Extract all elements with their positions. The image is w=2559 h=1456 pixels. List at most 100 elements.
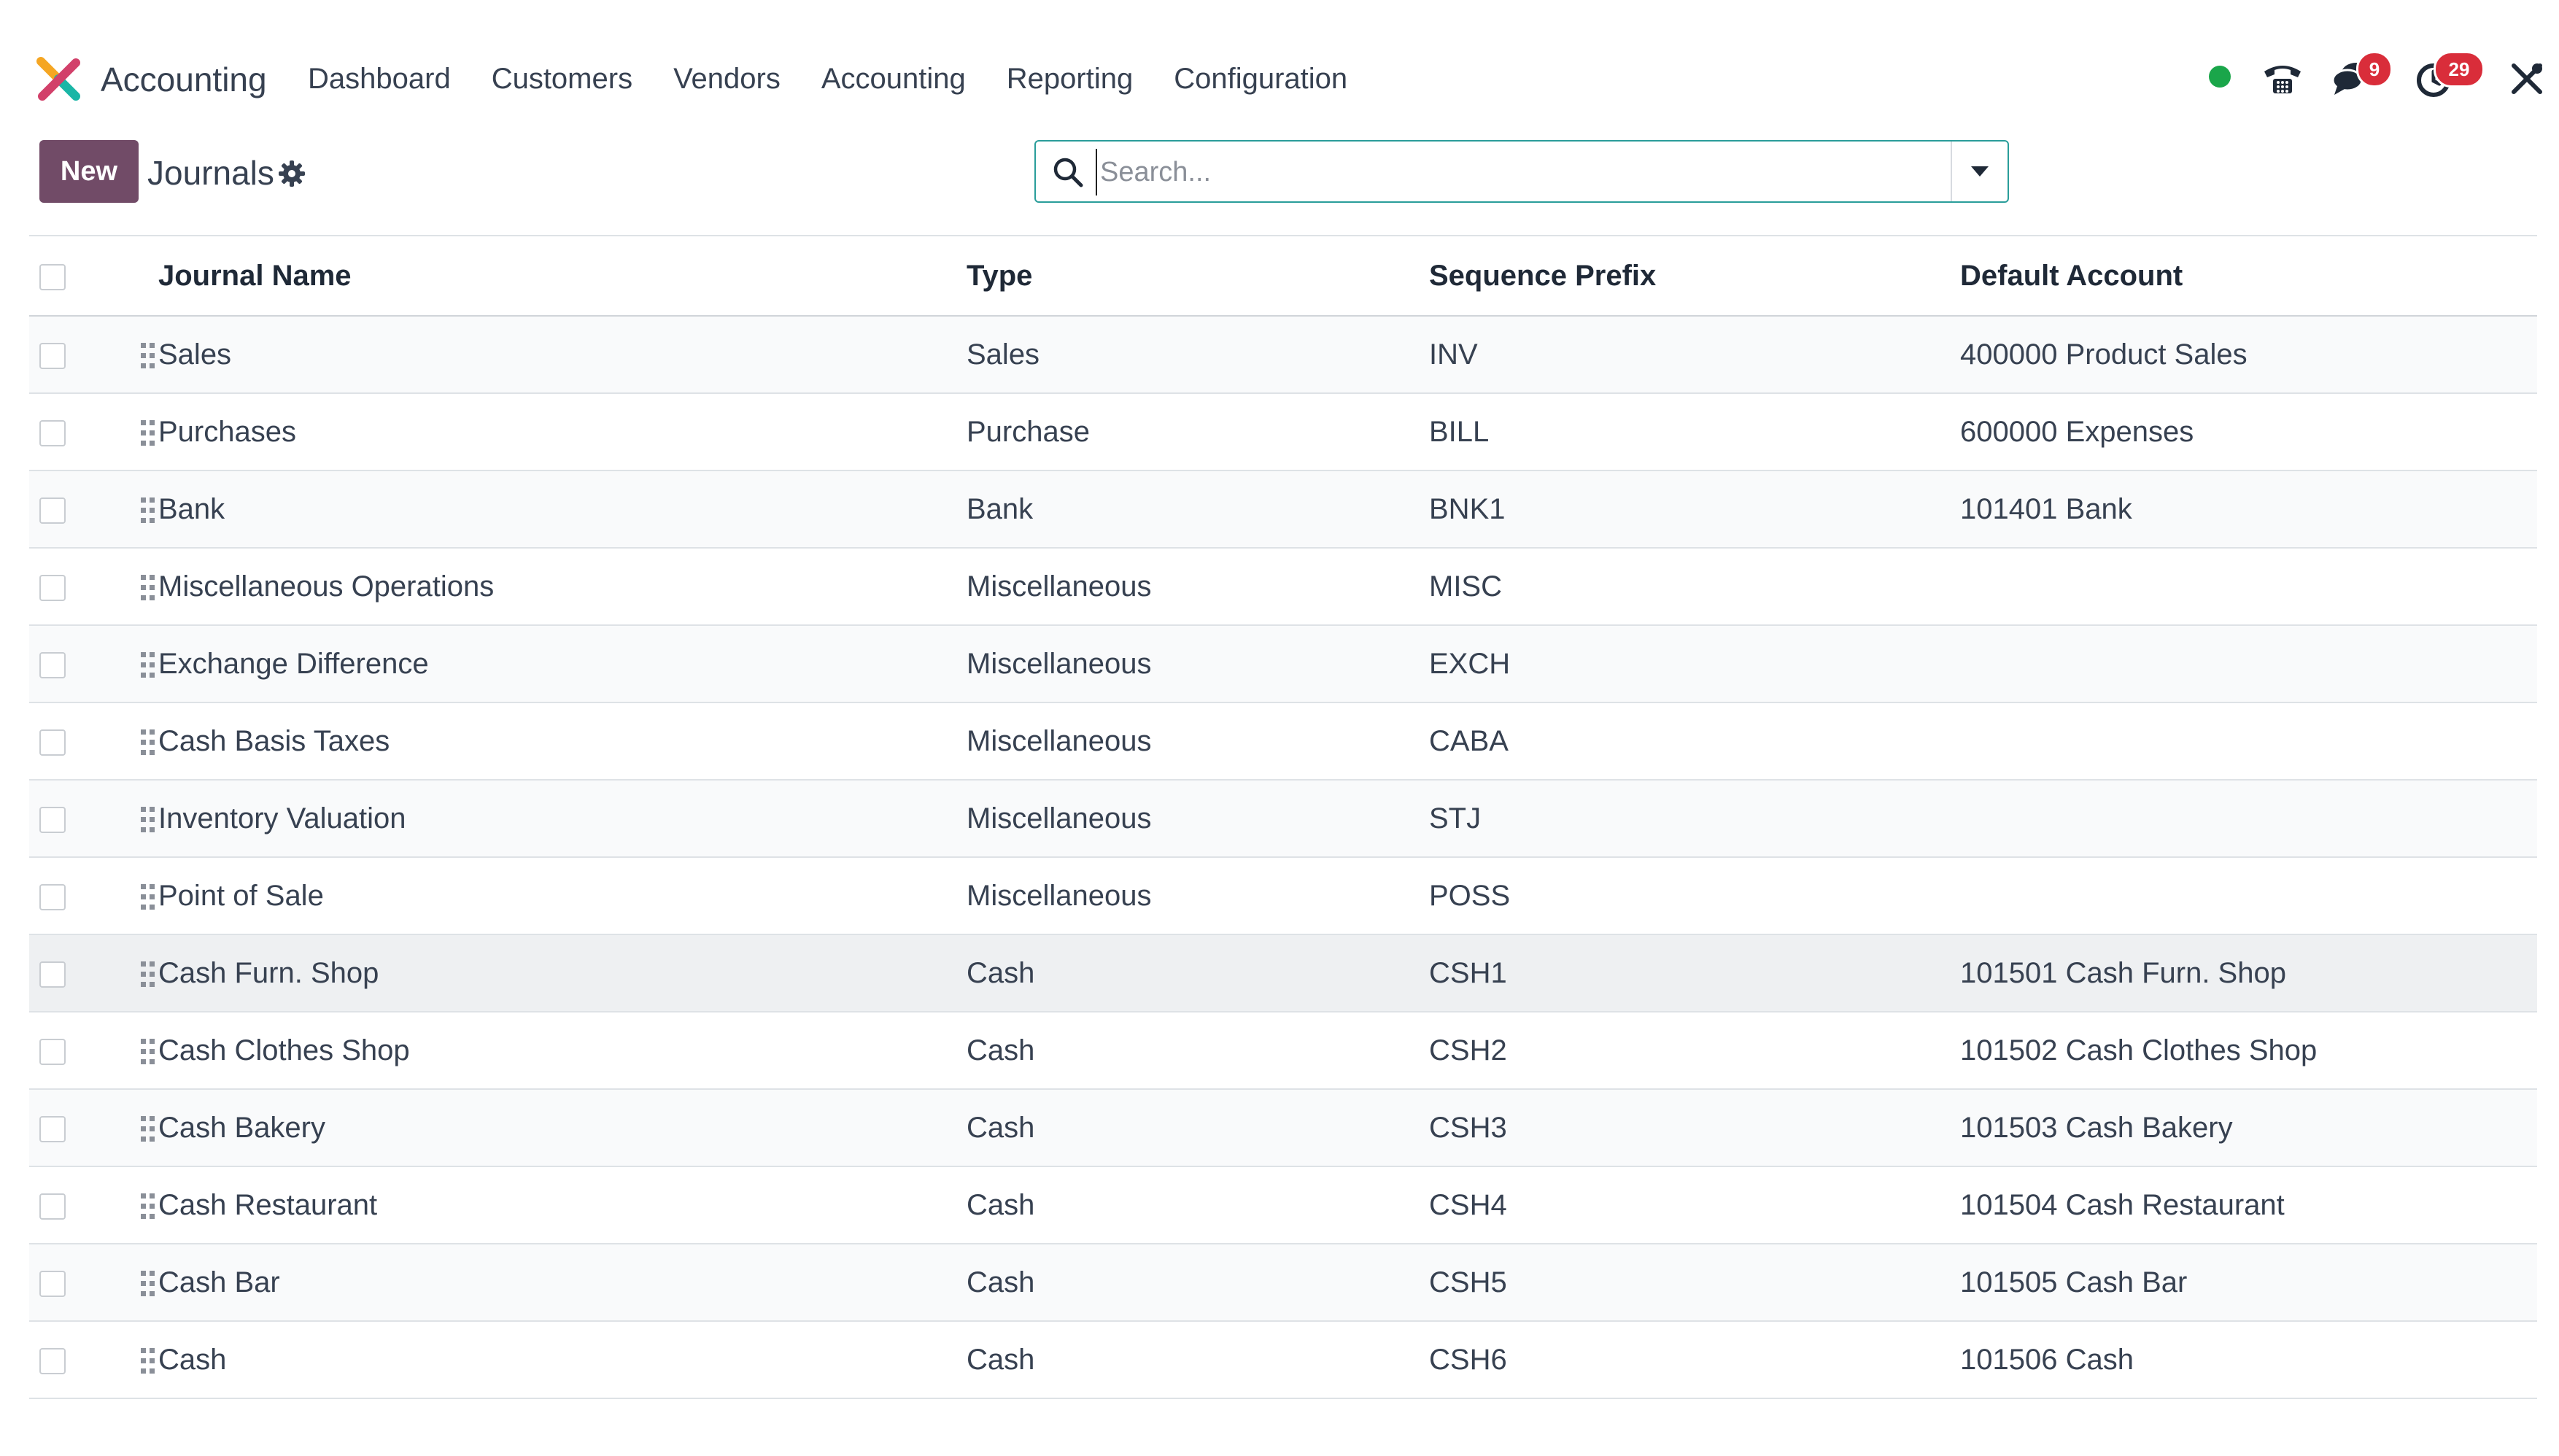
cell-default-account[interactable]: [1959, 780, 2537, 857]
row-checkbox[interactable]: [39, 1270, 66, 1297]
drag-handle-icon[interactable]: [139, 1115, 157, 1144]
cell-sequence-prefix[interactable]: STJ: [1428, 780, 1959, 857]
cell-sequence-prefix[interactable]: CSH5: [1428, 1244, 1959, 1321]
drag-handle-icon[interactable]: [139, 1037, 157, 1066]
row-checkbox[interactable]: [39, 961, 66, 988]
menu-accounting[interactable]: Accounting: [821, 63, 966, 96]
cell-default-account[interactable]: 101505 Cash Bar: [1959, 1244, 2537, 1321]
table-row[interactable]: Sales Sales INV 400000 Product Sales: [29, 316, 2537, 393]
new-button[interactable]: New: [39, 140, 139, 203]
app-name[interactable]: Accounting: [101, 60, 267, 99]
cell-type[interactable]: Sales: [966, 316, 1428, 393]
drag-handle-icon[interactable]: [139, 496, 157, 525]
menu-dashboard[interactable]: Dashboard: [308, 63, 451, 96]
accounting-app-icon[interactable]: [36, 57, 82, 102]
cell-journal-name[interactable]: Bank: [158, 471, 966, 548]
phone-icon[interactable]: [2261, 58, 2304, 96]
cell-default-account[interactable]: 101502 Cash Clothes Shop: [1959, 1012, 2537, 1089]
cell-default-account[interactable]: [1959, 548, 2537, 625]
select-all-checkbox[interactable]: [39, 263, 66, 290]
cell-sequence-prefix[interactable]: BILL: [1428, 393, 1959, 471]
table-row[interactable]: Cash Furn. Shop Cash CSH1 101501 Cash Furn.…: [29, 934, 2537, 1012]
table-row[interactable]: Miscellaneous Operations Miscellaneous MIS…: [29, 548, 2537, 625]
cell-type[interactable]: Miscellaneous: [966, 780, 1428, 857]
cell-type[interactable]: Miscellaneous: [966, 625, 1428, 702]
row-checkbox[interactable]: [39, 1115, 66, 1142]
cell-type[interactable]: Miscellaneous: [966, 857, 1428, 934]
cell-default-account[interactable]: 101506 Cash: [1959, 1321, 2537, 1398]
row-checkbox[interactable]: [39, 574, 66, 601]
cell-type[interactable]: Cash: [966, 1244, 1428, 1321]
cell-journal-name[interactable]: Exchange Difference: [158, 625, 966, 702]
cell-sequence-prefix[interactable]: EXCH: [1428, 625, 1959, 702]
cell-type[interactable]: Purchase: [966, 393, 1428, 471]
row-checkbox[interactable]: [39, 1193, 66, 1220]
cell-default-account[interactable]: 101504 Cash Restaurant: [1959, 1166, 2537, 1244]
cell-type[interactable]: Cash: [966, 1089, 1428, 1166]
cell-default-account[interactable]: 600000 Expenses: [1959, 393, 2537, 471]
cell-sequence-prefix[interactable]: CSH2: [1428, 1012, 1959, 1089]
cell-type[interactable]: Cash: [966, 934, 1428, 1012]
table-row[interactable]: Cash Restaurant Cash CSH4 101504 Cash Resta…: [29, 1166, 2537, 1244]
column-header-default-account[interactable]: Default Account: [1959, 236, 2537, 316]
cell-sequence-prefix[interactable]: CSH1: [1428, 934, 1959, 1012]
cell-default-account[interactable]: [1959, 857, 2537, 934]
gear-icon[interactable]: [277, 159, 306, 188]
cell-default-account[interactable]: [1959, 625, 2537, 702]
row-checkbox[interactable]: [39, 342, 66, 369]
drag-handle-icon[interactable]: [139, 651, 157, 680]
cell-journal-name[interactable]: Cash Furn. Shop: [158, 934, 966, 1012]
cell-journal-name[interactable]: Miscellaneous Operations: [158, 548, 966, 625]
cell-journal-name[interactable]: Cash Basis Taxes: [158, 702, 966, 780]
column-header-sequence-prefix[interactable]: Sequence Prefix: [1428, 236, 1959, 316]
cell-type[interactable]: Cash: [966, 1321, 1428, 1398]
table-row[interactable]: Point of Sale Miscellaneous POSS: [29, 857, 2537, 934]
cell-sequence-prefix[interactable]: CSH4: [1428, 1166, 1959, 1244]
table-row[interactable]: Cash Bakery Cash CSH3 101503 Cash Bakery: [29, 1089, 2537, 1166]
cell-journal-name[interactable]: Cash Bakery: [158, 1089, 966, 1166]
drag-handle-icon[interactable]: [139, 1192, 157, 1221]
cell-sequence-prefix[interactable]: POSS: [1428, 857, 1959, 934]
table-row[interactable]: Cash Cash CSH6 101506 Cash: [29, 1321, 2537, 1398]
drag-handle-icon[interactable]: [139, 341, 157, 371]
row-checkbox[interactable]: [39, 729, 66, 756]
drag-handle-icon[interactable]: [139, 419, 157, 448]
menu-customers[interactable]: Customers: [492, 63, 632, 96]
search-options-toggle[interactable]: [1952, 142, 2008, 201]
table-row[interactable]: Bank Bank BNK1 101401 Bank: [29, 471, 2537, 548]
column-header-journal-name[interactable]: Journal Name: [158, 236, 966, 316]
drag-handle-icon[interactable]: [139, 805, 157, 835]
cell-sequence-prefix[interactable]: BNK1: [1428, 471, 1959, 548]
drag-handle-icon[interactable]: [139, 573, 157, 603]
row-checkbox[interactable]: [39, 651, 66, 678]
drag-handle-icon[interactable]: [139, 1269, 157, 1298]
cell-journal-name[interactable]: Cash: [158, 1321, 966, 1398]
menu-configuration[interactable]: Configuration: [1174, 63, 1347, 96]
table-row[interactable]: Cash Clothes Shop Cash CSH2 101502 Cash Clo…: [29, 1012, 2537, 1089]
cell-sequence-prefix[interactable]: INV: [1428, 316, 1959, 393]
cell-sequence-prefix[interactable]: CABA: [1428, 702, 1959, 780]
cell-default-account[interactable]: [1959, 702, 2537, 780]
row-checkbox[interactable]: [39, 497, 66, 524]
row-checkbox[interactable]: [39, 883, 66, 910]
cell-type[interactable]: Miscellaneous: [966, 548, 1428, 625]
drag-handle-icon[interactable]: [139, 728, 157, 757]
table-row[interactable]: Purchases Purchase BILL 600000 Expenses: [29, 393, 2537, 471]
cell-journal-name[interactable]: Inventory Valuation: [158, 780, 966, 857]
drag-handle-icon[interactable]: [139, 883, 157, 912]
cell-sequence-prefix[interactable]: CSH6: [1428, 1321, 1959, 1398]
cell-default-account[interactable]: 101401 Bank: [1959, 471, 2537, 548]
cell-type[interactable]: Cash: [966, 1012, 1428, 1089]
cell-journal-name[interactable]: Cash Restaurant: [158, 1166, 966, 1244]
drag-handle-icon[interactable]: [139, 960, 157, 989]
menu-vendors[interactable]: Vendors: [673, 63, 781, 96]
table-row[interactable]: Inventory Valuation Miscellaneous STJ: [29, 780, 2537, 857]
row-checkbox[interactable]: [39, 1038, 66, 1065]
table-row[interactable]: Cash Bar Cash CSH5 101505 Cash Bar: [29, 1244, 2537, 1321]
table-row[interactable]: Exchange Difference Miscellaneous EXCH: [29, 625, 2537, 702]
row-checkbox[interactable]: [39, 806, 66, 833]
cell-journal-name[interactable]: Cash Clothes Shop: [158, 1012, 966, 1089]
cell-sequence-prefix[interactable]: MISC: [1428, 548, 1959, 625]
table-row[interactable]: Cash Basis Taxes Miscellaneous CABA: [29, 702, 2537, 780]
cell-journal-name[interactable]: Cash Bar: [158, 1244, 966, 1321]
